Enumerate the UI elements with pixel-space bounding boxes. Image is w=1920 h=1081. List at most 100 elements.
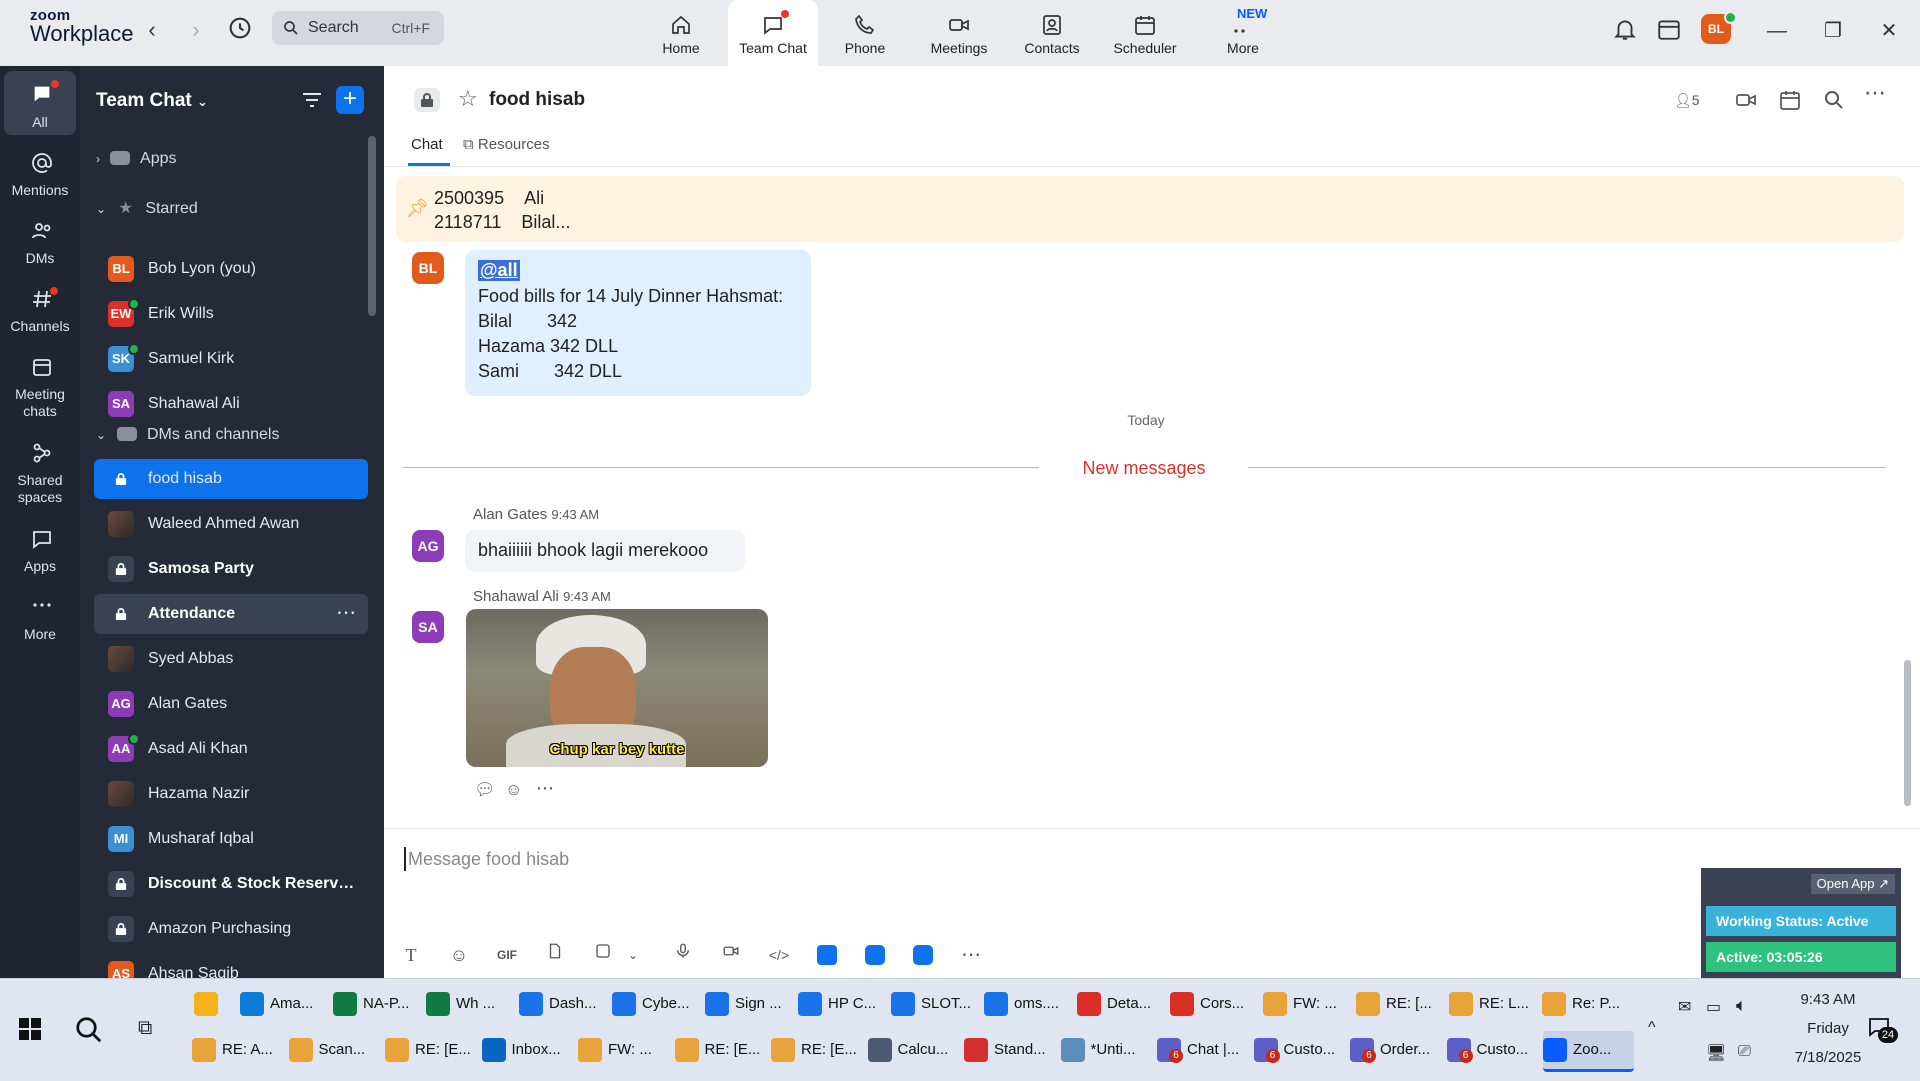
windows-start-icon[interactable] [18, 1017, 42, 1046]
app-integration-icon[interactable] [910, 942, 936, 968]
starred-contact[interactable]: SA Shahawal Ali [94, 384, 368, 424]
mention-all[interactable]: @all [478, 260, 520, 281]
search-icon[interactable] [74, 1015, 104, 1050]
taskbar-app[interactable]: 6 Order... [1350, 1031, 1441, 1069]
file-attach-icon[interactable] [542, 942, 568, 968]
tab-chat[interactable]: Chat [411, 136, 443, 153]
open-app-button[interactable]: Open App ↗ [1810, 874, 1895, 894]
sidebar-item[interactable]: Amazon Purchasing [94, 909, 368, 949]
starred-contact[interactable]: SK Samuel Kirk [94, 339, 368, 379]
message-bubble[interactable]: @all Food bills for 14 July Dinner Hahsm… [465, 250, 811, 396]
rail-apps[interactable]: Apps [4, 515, 76, 579]
network-icon[interactable]: 🖥︎ [1706, 1043, 1726, 1063]
taskbar-app[interactable]: Zoo... [1543, 1031, 1634, 1072]
section-apps[interactable]: › Apps [96, 150, 176, 168]
code-snippet-icon[interactable]: </> [766, 942, 792, 968]
notifications-bell-icon[interactable] [1612, 16, 1638, 47]
search-box[interactable]: Search Ctrl+F [272, 11, 444, 45]
taskbar-app[interactable]: Stand... [964, 1031, 1055, 1069]
taskbar-app[interactable]: Re: P... [1542, 985, 1629, 1023]
chevron-down-icon[interactable]: ⌄ [620, 942, 646, 968]
starred-contact[interactable]: BL Bob Lyon (you) [94, 249, 368, 289]
taskbar-app[interactable]: Cors... [1170, 985, 1257, 1023]
calendar-app-icon[interactable] [1656, 16, 1682, 47]
emoji-icon[interactable]: ☺︎ [446, 942, 472, 968]
sender-avatar[interactable]: BL [412, 252, 444, 284]
taskbar-app[interactable]: RE: [E... [674, 1031, 766, 1069]
sidebar-item[interactable]: Syed Abbas [94, 639, 368, 679]
taskbar-app[interactable]: FW: ... [1263, 985, 1350, 1023]
add-reaction-icon[interactable]: ☺︎ [505, 780, 522, 800]
chevron-up-icon[interactable]: ^ [1648, 1019, 1656, 1037]
taskbar-app[interactable]: Wh ... [426, 985, 513, 1023]
sidebar-item[interactable]: Waleed Ahmed Awan [94, 504, 368, 544]
format-text-icon[interactable]: T [398, 942, 424, 968]
sender-avatar[interactable]: AG [412, 530, 444, 562]
sidebar-item[interactable]: Hazama Nazir [94, 774, 368, 814]
tab-home[interactable]: Home [636, 0, 726, 66]
more-options-icon[interactable]: ⋯ [1864, 80, 1886, 106]
taskbar-app[interactable]: Sign ... [705, 985, 792, 1023]
starred-contact[interactable]: EW Erik Wills [94, 294, 368, 334]
filter-icon[interactable] [300, 88, 324, 117]
sidebar-item[interactable]: AG Alan Gates [94, 684, 368, 724]
rail-meeting-chats[interactable]: Meeting chats [4, 343, 76, 423]
clock[interactable]: 9:43 AM Friday 7/18/2025 [1778, 991, 1878, 1066]
tab-meetings[interactable]: Meetings [914, 0, 1004, 66]
taskbar-app[interactable]: Deta... [1077, 985, 1164, 1023]
composer-more-icon[interactable]: ⋯ [958, 942, 984, 968]
tab-team-chat[interactable]: Team Chat [728, 0, 818, 66]
rail-dms[interactable]: DMs [4, 207, 76, 271]
taskbar-app[interactable]: *Unti... [1060, 1031, 1152, 1069]
sidebar-item[interactable]: Discount & Stock Reserva... [94, 864, 368, 904]
taskbar-app[interactable]: 6 Custo... [1253, 1031, 1345, 1069]
video-message-icon[interactable] [718, 942, 744, 968]
screenshot-icon[interactable] [590, 942, 616, 968]
chat-title[interactable]: food hisab [489, 89, 585, 111]
rail-shared-spaces[interactable]: Shared spaces [4, 429, 76, 509]
section-dms-channels[interactable]: ⌄ DMs and channels [96, 426, 279, 444]
more-options-icon[interactable]: ⋯ [336, 600, 356, 625]
meme-image[interactable]: Chup kar bey kutte [466, 609, 768, 767]
back-arrow-icon[interactable]: ‹ [138, 16, 166, 44]
sidebar-item[interactable]: AA Asad Ali Khan [94, 729, 368, 769]
taskbar-app[interactable]: Cybe... [612, 985, 699, 1023]
taskbar-app[interactable]: Ama... [240, 985, 327, 1023]
working-status[interactable]: Working Status: Active [1706, 906, 1896, 936]
forward-arrow-icon[interactable]: › [182, 16, 210, 44]
sidebar-item[interactable]: Samosa Party [94, 549, 368, 589]
chat-scrollbar[interactable] [1904, 660, 1911, 806]
rail-mentions[interactable]: Mentions [4, 139, 76, 203]
schedule-meeting-icon[interactable] [1778, 88, 1802, 117]
star-favorite-icon[interactable]: ☆ [458, 86, 478, 112]
taskbar-app[interactable]: Scan... [288, 1031, 380, 1069]
tab-scheduler[interactable]: Scheduler [1100, 0, 1190, 66]
pinned-message-banner[interactable]: 📌︎ 2500395 Ali 2118711 Bilal... [396, 176, 1904, 242]
close-window-button[interactable]: ✕ [1874, 16, 1904, 46]
taskbar-app[interactable]: HP C... [798, 985, 885, 1023]
sidebar-item[interactable]: MI Musharaf Iqbal [94, 819, 368, 859]
taskbar-app[interactable]: RE: A... [192, 1031, 283, 1069]
task-view-icon[interactable]: ⧉ [138, 1017, 152, 1040]
taskbar-app[interactable]: RE: [E... [771, 1031, 862, 1069]
history-icon[interactable] [226, 14, 254, 47]
rail-channels[interactable]: Channels [4, 275, 76, 339]
taskbar-app[interactable]: FW: ... [578, 1031, 669, 1069]
sidebar-item[interactable]: Attendance ⋯ [94, 594, 368, 634]
minimize-button[interactable]: — [1762, 16, 1792, 46]
taskbar-app[interactable]: Inbox... [481, 1031, 573, 1069]
taskbar-app[interactable] [194, 985, 234, 1023]
notification-center-icon[interactable]: 24 [1866, 1015, 1898, 1043]
mail-tray-icon[interactable]: ✉ [1678, 997, 1691, 1017]
new-chat-button[interactable]: + [336, 86, 364, 114]
microphone-icon[interactable] [670, 942, 696, 968]
sidebar-scrollbar[interactable] [368, 136, 376, 316]
app-integration-icon[interactable] [862, 942, 888, 968]
taskbar-app[interactable]: Dash... [519, 985, 606, 1023]
volume-icon[interactable]: 🔈︎ [1736, 995, 1747, 1016]
tab-resources[interactable]: ⧉ Resources [463, 136, 550, 153]
taskbar-app[interactable]: 6 Chat |... [1157, 1031, 1248, 1069]
restore-button[interactable]: ❐ [1818, 16, 1848, 46]
taskbar-app[interactable]: RE: [E... [385, 1031, 476, 1069]
taskbar-app[interactable]: NA-P... [333, 985, 420, 1023]
